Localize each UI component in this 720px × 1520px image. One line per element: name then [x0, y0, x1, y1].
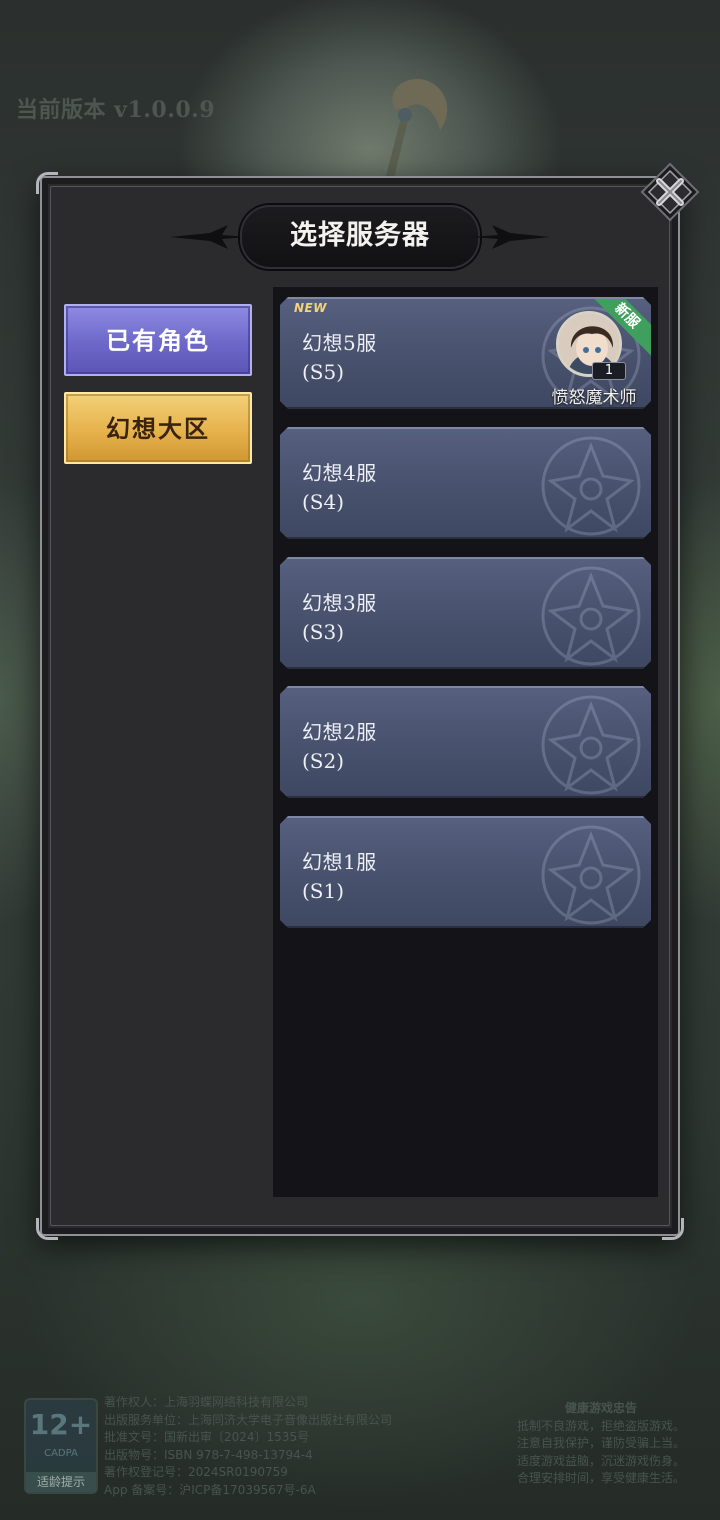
flower-emblem-icon: [511, 820, 641, 928]
server-code: (S5): [302, 360, 345, 384]
tab-fantasy-region[interactable]: 幻想大区: [64, 392, 252, 464]
dialog-title-bar: 选择服务器: [170, 205, 550, 269]
ornament-wing-icon: [170, 225, 250, 249]
flower-emblem-icon: [511, 561, 641, 669]
age-rating-caption: 适龄提示: [26, 1472, 96, 1492]
character-level: 1: [592, 362, 626, 380]
server-card-s5[interactable]: NEW 幻想5服 (S5) 1 愤怒魔术师 新服: [280, 297, 651, 409]
server-card-s2[interactable]: 幻想2服 (S2): [280, 686, 651, 798]
tab-existing-roles[interactable]: 已有角色: [64, 304, 252, 376]
legal-line: 著作权人：上海羽蝶网络科技有限公司: [104, 1395, 309, 1409]
server-code: (S2): [302, 749, 345, 773]
health-notice: 健康游戏忠告 抵制不良游戏，拒绝盗版游戏。 注意自我保护，谨防受骗上当。 适度游…: [498, 1400, 704, 1488]
server-name: 幻想3服: [302, 591, 377, 615]
new-badge: NEW: [294, 301, 327, 315]
dialog-corner: [36, 172, 58, 194]
dialog-title: 选择服务器: [290, 220, 430, 251]
legal-info: 著作权人：上海羽蝶网络科技有限公司 出版服务单位：上海同济大学电子音像出版社有限…: [104, 1394, 494, 1499]
staff-ornament-icon: [385, 79, 448, 182]
server-name: 幻想4服: [302, 461, 377, 485]
server-card-s1[interactable]: 幻想1服 (S1): [280, 816, 651, 928]
legal-line: 出版服务单位：上海同济大学电子音像出版社有限公司: [104, 1412, 393, 1427]
character-name: 愤怒魔术师: [551, 388, 637, 408]
legal-line: 出版物号：ISBN 978-7-498-13794-4: [104, 1447, 313, 1462]
server-code: (S4): [302, 490, 345, 514]
health-notice-line: 抵制不良游戏，拒绝盗版游戏。: [516, 1418, 685, 1433]
legal-line: 著作权登记号：2024SR0190759: [104, 1465, 288, 1479]
flower-emblem-icon: [511, 690, 641, 798]
legal-line: App 备案号：沪ICP备17039567号-6A: [104, 1482, 316, 1497]
server-code: (S1): [302, 879, 345, 903]
age-rating-org: CADPA: [44, 1448, 78, 1459]
age-rating-badge: 12+ CADPA 适龄提示: [24, 1398, 98, 1494]
age-rating-number: 12+: [29, 1408, 93, 1441]
server-name: 幻想2服: [302, 720, 377, 744]
version-label: 当前版本 v1.0.0.9: [16, 97, 216, 123]
server-code: (S3): [302, 620, 345, 644]
server-card-s4[interactable]: 幻想4服 (S4): [280, 427, 651, 539]
close-x-icon[interactable]: [640, 162, 700, 222]
ornament-wing-icon: [470, 225, 550, 249]
health-notice-title: 健康游戏忠告: [564, 1401, 637, 1415]
health-notice-line: 适度游戏益脑，沉迷游戏伤身。: [516, 1453, 685, 1468]
legal-line: 批准文号：国新出审〔2024〕1535号: [104, 1430, 310, 1444]
health-notice-line: 注意自我保护，谨防受骗上当。: [516, 1436, 685, 1450]
dialog-corner: [36, 1218, 58, 1240]
health-notice-line: 合理安排时间，享受健康生活。: [516, 1471, 685, 1485]
server-name: 幻想1服: [302, 850, 377, 874]
server-name: 幻想5服: [302, 331, 377, 355]
flower-emblem-icon: [511, 431, 641, 539]
server-card-s3[interactable]: 幻想3服 (S3): [280, 557, 651, 669]
server-list: NEW 幻想5服 (S5) 1 愤怒魔术师 新服 幻想4服 (S4) 幻想3服 …: [273, 287, 658, 1197]
